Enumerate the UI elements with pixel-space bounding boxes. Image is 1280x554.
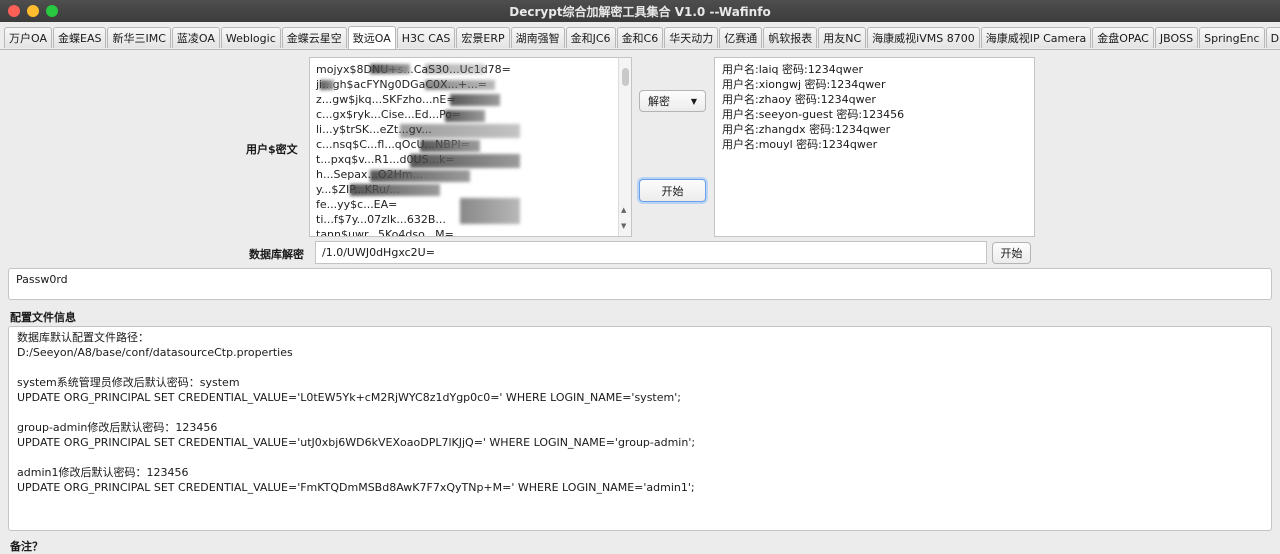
mode-select-value: 解密 [648, 95, 670, 108]
db-cipher-value: /1.0/UWJ0dHgxc2U= [322, 246, 435, 259]
tab-22[interactable]: Druid [1265, 27, 1280, 48]
ciphertext-input[interactable]: mojyx$8DNU+s...CaS30...Uc1d78= ji...gh$ac… [309, 57, 632, 237]
tab-15[interactable]: 帆软报表 [763, 27, 818, 48]
close-button[interactable] [8, 5, 20, 17]
window-controls [8, 5, 58, 17]
tab-3[interactable]: 新华三IMC [107, 27, 171, 48]
output-line: 用户名:zhangdx 密码:1234qwer [722, 123, 891, 136]
config-line: 数据库默认配置文件路径： [17, 331, 149, 344]
config-line [17, 405, 1263, 420]
output-line: 用户名:mouyl 密码:1234qwer [722, 138, 878, 151]
ciphertext-line: tann$uwr...5Ko4dso...M= [316, 228, 454, 237]
remarks-label: 备注？ [10, 540, 43, 553]
db-cipher-input[interactable]: /1.0/UWJ0dHgxc2U= [315, 241, 987, 264]
db-result-output[interactable]: Passw0rd [8, 268, 1272, 300]
redaction-blur [370, 64, 410, 74]
tab-7[interactable]: 致远OA [347, 26, 396, 49]
tab-8[interactable]: H3C CAS [396, 27, 456, 48]
ciphertext-scrollbar[interactable]: ▲ ▼ [618, 58, 631, 236]
tab-12[interactable]: 金和C6 [616, 27, 664, 48]
tab-divider [0, 49, 1280, 50]
redaction-blur [410, 154, 520, 168]
tab-5[interactable]: Weblogic [220, 27, 281, 48]
redaction-blur [425, 64, 485, 74]
redaction-blur [425, 80, 495, 90]
output-line: 用户名:zhaoy 密码:1234qwer [722, 93, 876, 106]
config-info-textarea[interactable]: 数据库默认配置文件路径： D:/Seeyon/A8/base/conf/datas… [8, 326, 1272, 531]
config-line: group-admin修改后默认密码：123456 [17, 421, 218, 434]
user-password-label: 用户$密文 [246, 143, 298, 156]
tab-14[interactable]: 亿赛通 [719, 27, 763, 48]
config-line: UPDATE ORG_PRINCIPAL SET CREDENTIAL_VALU… [17, 481, 695, 494]
output-line: 用户名:seeyon-guest 密码:123456 [722, 108, 905, 121]
minimize-button[interactable] [27, 5, 39, 17]
config-line: admin1修改后默认密码：123456 [17, 466, 189, 479]
decrypt-output-lines: 用户名:laiq 密码:1234qwer 用户名:xiongwj 密码:1234q… [715, 58, 1034, 156]
tab-18[interactable]: 海康威视IP Camera [980, 27, 1092, 48]
redaction-blur [460, 198, 520, 224]
redaction-blur [370, 170, 470, 182]
tab-17[interactable]: 海康威视iVMS 8700 [867, 27, 980, 48]
scroll-up-icon[interactable]: ▲ [621, 206, 626, 214]
config-line: UPDATE ORG_PRINCIPAL SET CREDENTIAL_VALU… [17, 436, 696, 449]
db-start-button[interactable]: 开始 [992, 242, 1031, 264]
redaction-blur [450, 94, 500, 106]
config-line: system系统管理员修改后默认密码：system [17, 376, 240, 389]
config-line: D:/Seeyon/A8/base/conf/datasourceCtp.pro… [17, 346, 293, 359]
tab-16[interactable]: 用友NC [818, 27, 867, 48]
tab-bar: 万户OA 金蝶EAS 新华三IMC 蓝凌OA Weblogic 金蝶云星空 致远OA H3C … [4, 26, 1280, 49]
redaction-blur [320, 80, 334, 90]
window-title: Decrypt综合加解密工具集合 V1.0 --Wafinfo [509, 4, 771, 19]
tab-9[interactable]: 宏景ERP [456, 27, 510, 48]
config-info-heading: 配置文件信息 [10, 311, 76, 324]
scroll-down-icon[interactable]: ▼ [621, 222, 626, 230]
tab-20[interactable]: JBOSS [1154, 27, 1199, 48]
tab-6[interactable]: 金蝶云星空 [281, 27, 347, 48]
config-info-lines: 数据库默认配置文件路径： D:/Seeyon/A8/base/conf/datas… [9, 327, 1271, 498]
mode-select[interactable]: 解密 ▼ [639, 90, 706, 112]
ciphertext-line: h...Sepax...O2Hm... [316, 167, 625, 182]
config-line: UPDATE ORG_PRINCIPAL SET CREDENTIAL_VALU… [17, 391, 681, 404]
tab-13[interactable]: 华天动力 [664, 27, 719, 48]
output-line: 用户名:xiongwj 密码:1234qwer [722, 78, 886, 91]
output-line: 用户名:laiq 密码:1234qwer [722, 63, 864, 76]
start-decrypt-button[interactable]: 开始 [639, 179, 706, 202]
redaction-blur [445, 110, 485, 122]
chevron-down-icon: ▼ [690, 96, 697, 106]
redaction-blur [350, 184, 440, 196]
redaction-blur [400, 124, 520, 138]
config-line [17, 450, 1263, 465]
db-decrypt-label: 数据库解密 [249, 248, 304, 261]
tab-1[interactable]: 万户OA [4, 27, 52, 48]
db-result-value: Passw0rd [16, 273, 68, 286]
tab-11[interactable]: 金和JC6 [565, 27, 616, 48]
title-bar: Decrypt综合加解密工具集合 V1.0 --Wafinfo [0, 0, 1280, 22]
tab-21[interactable]: SpringEnc [1199, 27, 1265, 48]
maximize-button[interactable] [46, 5, 58, 17]
tab-2[interactable]: 金蝶EAS [53, 27, 107, 48]
tab-19[interactable]: 金盘OPAC [1092, 27, 1154, 48]
redaction-blur [420, 140, 480, 152]
scrollbar-thumb[interactable] [622, 68, 629, 86]
tab-10[interactable]: 湖南强智 [510, 27, 565, 48]
tab-4[interactable]: 蓝凌OA [171, 27, 220, 48]
decrypt-output[interactable]: 用户名:laiq 密码:1234qwer 用户名:xiongwj 密码:1234q… [714, 57, 1035, 237]
config-line [17, 360, 1263, 375]
